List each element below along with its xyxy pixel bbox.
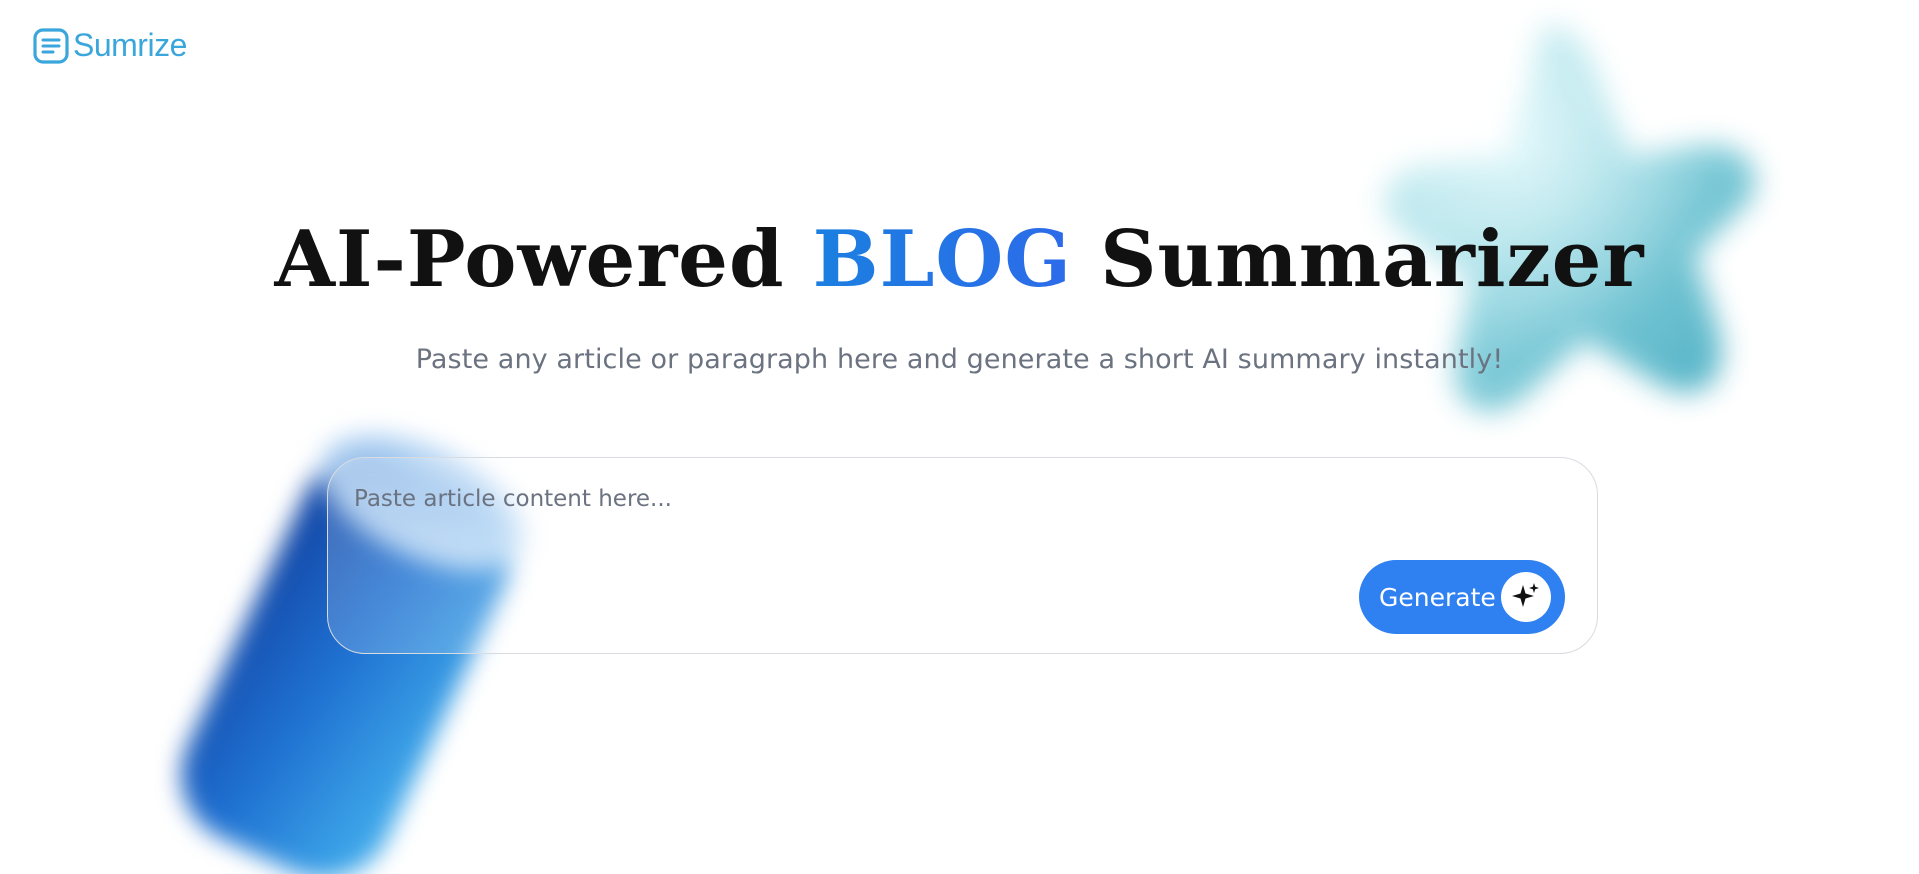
page-subtitle: Paste any article or paragraph here and … xyxy=(415,344,1504,375)
page: Sumrize AI-Powered BLOG Summarizer Paste… xyxy=(0,0,1919,874)
brand-name: Sumrize xyxy=(73,27,187,63)
sparkle-icon xyxy=(1501,572,1551,622)
document-lines-icon xyxy=(33,27,69,64)
generate-label: Generate xyxy=(1379,582,1496,612)
article-content-input[interactable] xyxy=(354,486,1554,576)
page-title: AI-Powered BLOG Summarizer xyxy=(0,210,1919,310)
article-input-card: Generate xyxy=(327,457,1598,654)
title-prefix: AI-Powered xyxy=(274,214,813,305)
title-accent: BLOG xyxy=(812,214,1072,305)
title-suffix: Summarizer xyxy=(1071,214,1645,305)
hero-section: AI-Powered BLOG Summarizer Paste any art… xyxy=(0,210,1919,375)
generate-button[interactable]: Generate xyxy=(1359,560,1565,634)
brand-logo[interactable]: Sumrize xyxy=(33,27,187,64)
